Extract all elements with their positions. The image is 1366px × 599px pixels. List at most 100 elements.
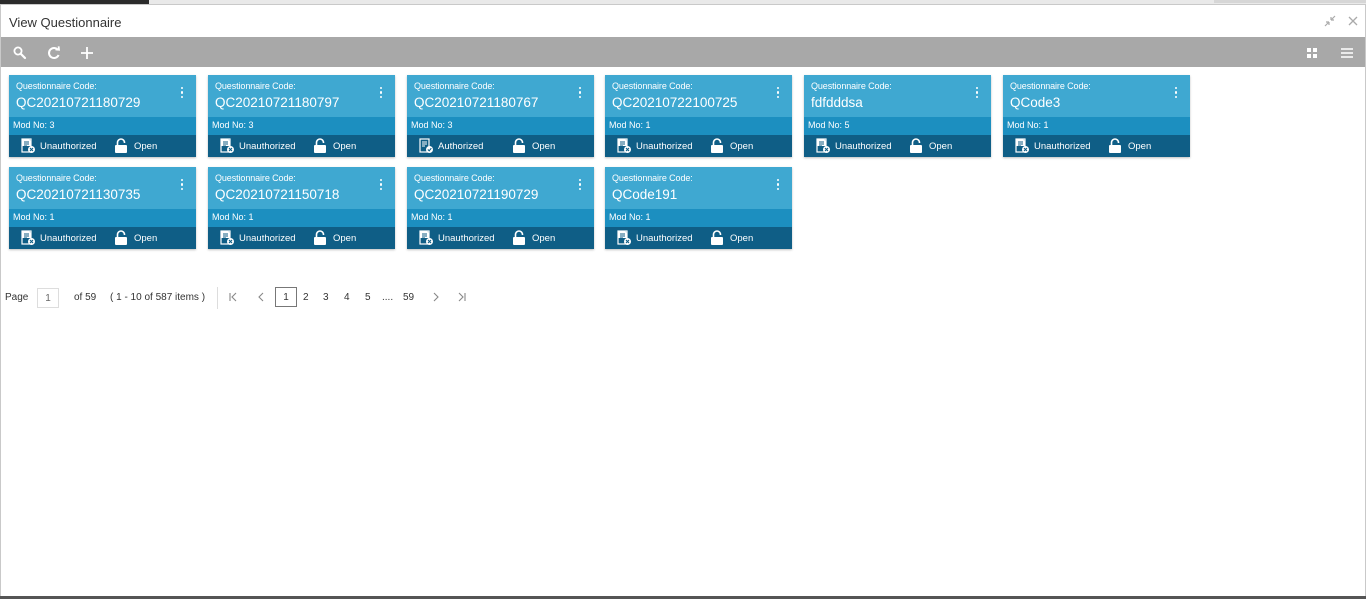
card-code-label: Questionnaire Code: bbox=[1010, 81, 1091, 91]
card-mod-bar: Mod No: 1 bbox=[407, 209, 594, 227]
unlock-icon bbox=[909, 138, 923, 154]
questionnaire-card[interactable]: Questionnaire Code: QCode191 Mod No: 1 Unau… bbox=[605, 167, 792, 249]
pagination-divider bbox=[217, 287, 218, 309]
unlock-icon bbox=[710, 138, 724, 154]
card-footer: Unauthorized Open bbox=[208, 135, 395, 157]
search-icon[interactable] bbox=[10, 43, 30, 63]
card-mod-number: Mod No: 1 bbox=[1007, 120, 1049, 130]
card-footer: Unauthorized Open bbox=[804, 135, 991, 157]
card-mod-bar: Mod No: 1 bbox=[9, 209, 196, 227]
next-page-icon[interactable] bbox=[431, 291, 441, 306]
questionnaire-card[interactable]: Questionnaire Code: QC20210721180767 Mod N… bbox=[407, 75, 594, 157]
page-link-3[interactable]: 3 bbox=[323, 292, 329, 303]
card-status: Unauthorized bbox=[40, 141, 97, 152]
card-header: Questionnaire Code: QC20210721130735 bbox=[9, 167, 196, 209]
card-lock-status: Open bbox=[333, 141, 357, 152]
last-page-icon[interactable] bbox=[457, 291, 467, 306]
card-lock-status: Open bbox=[532, 233, 556, 244]
questionnaire-card[interactable]: Questionnaire Code: QC20210721150718 Mod N… bbox=[208, 167, 395, 249]
card-menu-icon[interactable] bbox=[775, 179, 781, 193]
page-count: of 59 bbox=[74, 292, 97, 303]
card-status: Unauthorized bbox=[835, 141, 892, 152]
card-footer: Unauthorized Open bbox=[605, 227, 792, 249]
card-code-label: Questionnaire Code: bbox=[16, 173, 97, 183]
card-mod-number: Mod No: 1 bbox=[609, 120, 651, 130]
unauthorized-icon bbox=[20, 138, 36, 154]
card-header: Questionnaire Code: QCode191 bbox=[605, 167, 792, 209]
unlock-icon bbox=[313, 230, 327, 246]
minimize-icon[interactable] bbox=[1321, 12, 1339, 30]
card-mod-bar: Mod No: 5 bbox=[804, 117, 991, 135]
page-link-2[interactable]: 2 bbox=[303, 292, 309, 303]
tile-view-icon[interactable] bbox=[1302, 43, 1322, 63]
card-menu-icon[interactable] bbox=[179, 87, 185, 101]
card-code-value: QCode191 bbox=[612, 187, 678, 202]
card-lock-status: Open bbox=[134, 141, 158, 152]
card-lock-status: Open bbox=[1128, 141, 1152, 152]
page-link-59[interactable]: 59 bbox=[403, 292, 414, 303]
card-menu-icon[interactable] bbox=[1173, 87, 1179, 101]
page-ellipsis[interactable]: .... bbox=[382, 292, 393, 303]
questionnaire-card[interactable]: Questionnaire Code: QC20210721180797 Mod N… bbox=[208, 75, 395, 157]
questionnaire-card[interactable]: Questionnaire Code: QCode3 Mod No: 1 Unauth… bbox=[1003, 75, 1190, 157]
card-mod-bar: Mod No: 1 bbox=[605, 209, 792, 227]
card-code-label: Questionnaire Code: bbox=[414, 81, 495, 91]
card-mod-number: Mod No: 1 bbox=[13, 212, 55, 222]
questionnaire-card[interactable]: Questionnaire Code: fdfdddsa Mod No: 5 Unau… bbox=[804, 75, 991, 157]
refresh-icon[interactable] bbox=[44, 43, 64, 63]
close-icon[interactable] bbox=[1344, 12, 1362, 30]
card-menu-icon[interactable] bbox=[577, 87, 583, 101]
card-code-value: QC20210721180729 bbox=[16, 95, 141, 110]
card-lock-status: Open bbox=[929, 141, 953, 152]
card-code-value: QC20210721180767 bbox=[414, 95, 539, 110]
first-page-icon[interactable] bbox=[228, 291, 238, 306]
unauthorized-icon bbox=[418, 230, 434, 246]
card-menu-icon[interactable] bbox=[974, 87, 980, 101]
page-link-1[interactable]: 1 bbox=[275, 287, 297, 307]
card-footer: Unauthorized Open bbox=[9, 135, 196, 157]
unlock-icon bbox=[512, 230, 526, 246]
page-number-input[interactable]: 1 bbox=[37, 288, 59, 308]
card-status: Unauthorized bbox=[239, 141, 296, 152]
window-title: View Questionnaire bbox=[9, 15, 122, 30]
unauthorized-icon bbox=[1014, 138, 1030, 154]
card-footer: Unauthorized Open bbox=[605, 135, 792, 157]
card-footer: Authorized Open bbox=[407, 135, 594, 157]
questionnaire-card[interactable]: Questionnaire Code: QC20210721180729 Mod N… bbox=[9, 75, 196, 157]
authorized-icon bbox=[418, 138, 434, 154]
unauthorized-icon bbox=[815, 138, 831, 154]
questionnaire-card[interactable]: Questionnaire Code: QC20210721190729 Mod N… bbox=[407, 167, 594, 249]
card-menu-icon[interactable] bbox=[378, 179, 384, 193]
card-status: Unauthorized bbox=[438, 233, 495, 244]
pagination: Page 1 of 59 ( 1 - 10 of 587 items ) 1 2… bbox=[0, 287, 600, 309]
card-lock-status: Open bbox=[532, 141, 556, 152]
page-label: Page bbox=[5, 292, 29, 303]
card-header: Questionnaire Code: QC20210721190729 bbox=[407, 167, 594, 209]
unlock-icon bbox=[114, 138, 128, 154]
card-menu-icon[interactable] bbox=[775, 87, 781, 101]
card-mod-number: Mod No: 1 bbox=[212, 212, 254, 222]
card-menu-icon[interactable] bbox=[378, 87, 384, 101]
card-status: Unauthorized bbox=[1034, 141, 1091, 152]
card-lock-status: Open bbox=[730, 141, 754, 152]
unauthorized-icon bbox=[616, 138, 632, 154]
card-menu-icon[interactable] bbox=[179, 179, 185, 193]
card-menu-icon[interactable] bbox=[577, 179, 583, 193]
card-code-value: QCode3 bbox=[1010, 95, 1061, 110]
card-mod-number: Mod No: 5 bbox=[808, 120, 850, 130]
card-mod-bar: Mod No: 3 bbox=[407, 117, 594, 135]
page-link-5[interactable]: 5 bbox=[365, 292, 371, 303]
questionnaire-card[interactable]: Questionnaire Code: QC20210721130735 Mod N… bbox=[9, 167, 196, 249]
toolbar bbox=[1, 37, 1365, 67]
card-header: Questionnaire Code: QC20210721180797 bbox=[208, 75, 395, 117]
unlock-icon bbox=[1108, 138, 1122, 154]
titlebar: View Questionnaire bbox=[1, 5, 1365, 37]
questionnaire-card[interactable]: Questionnaire Code: QC20210722100725 Mod N… bbox=[605, 75, 792, 157]
list-view-icon[interactable] bbox=[1337, 43, 1357, 63]
card-footer: Unauthorized Open bbox=[208, 227, 395, 249]
page-link-4[interactable]: 4 bbox=[344, 292, 350, 303]
add-icon[interactable] bbox=[77, 43, 97, 63]
card-mod-number: Mod No: 3 bbox=[212, 120, 254, 130]
previous-page-icon[interactable] bbox=[256, 291, 266, 306]
card-status: Unauthorized bbox=[239, 233, 296, 244]
